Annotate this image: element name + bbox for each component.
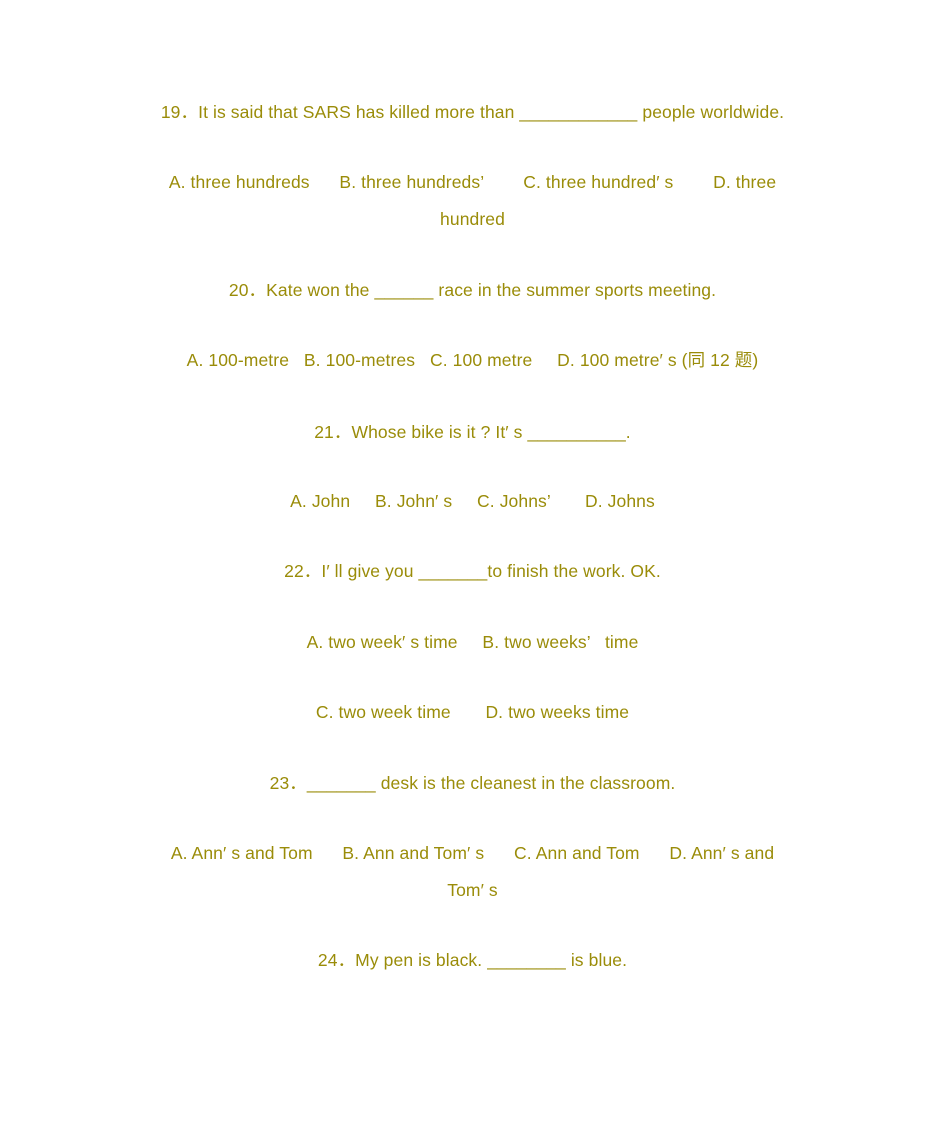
question-20-options-line-1: A. 100-metre B. 100-metres C. 100 metre …	[186, 350, 759, 370]
question-21-options-line-1: A. John B. John′ s C. Johns’ D. Johns	[290, 491, 655, 511]
question-23-stem: 23．_______ desk is the cleanest in the c…	[269, 773, 676, 793]
question-19-options-line-2: hundred	[440, 209, 505, 229]
question-19-stem: 19．It is said that SARS has killed more …	[160, 102, 785, 122]
question-22-stem: 22．I′ ll give you _______to finish the w…	[284, 561, 661, 581]
question-22-options-line-1: A. two week′ s time B. two weeks’ time	[306, 632, 639, 652]
question-24-stem: 24．My pen is black. ________ is blue.	[317, 950, 628, 970]
question-20-stem: 20．Kate won the ______ race in the summe…	[228, 280, 717, 300]
question-19-options-line-1: A. three hundreds B. three hundreds’ C. …	[168, 172, 777, 192]
document-page: 19．It is said that SARS has killed more …	[0, 0, 945, 1123]
question-23-options-line-2: Tom′ s	[447, 880, 498, 900]
question-21-stem: 21．Whose bike is it ? It′ s __________.	[314, 422, 631, 442]
question-22-options-line-2: C. two week time D. two weeks time	[315, 702, 630, 722]
question-23-options-line-1: A. Ann′ s and Tom B. Ann and Tom′ s C. A…	[170, 843, 775, 863]
